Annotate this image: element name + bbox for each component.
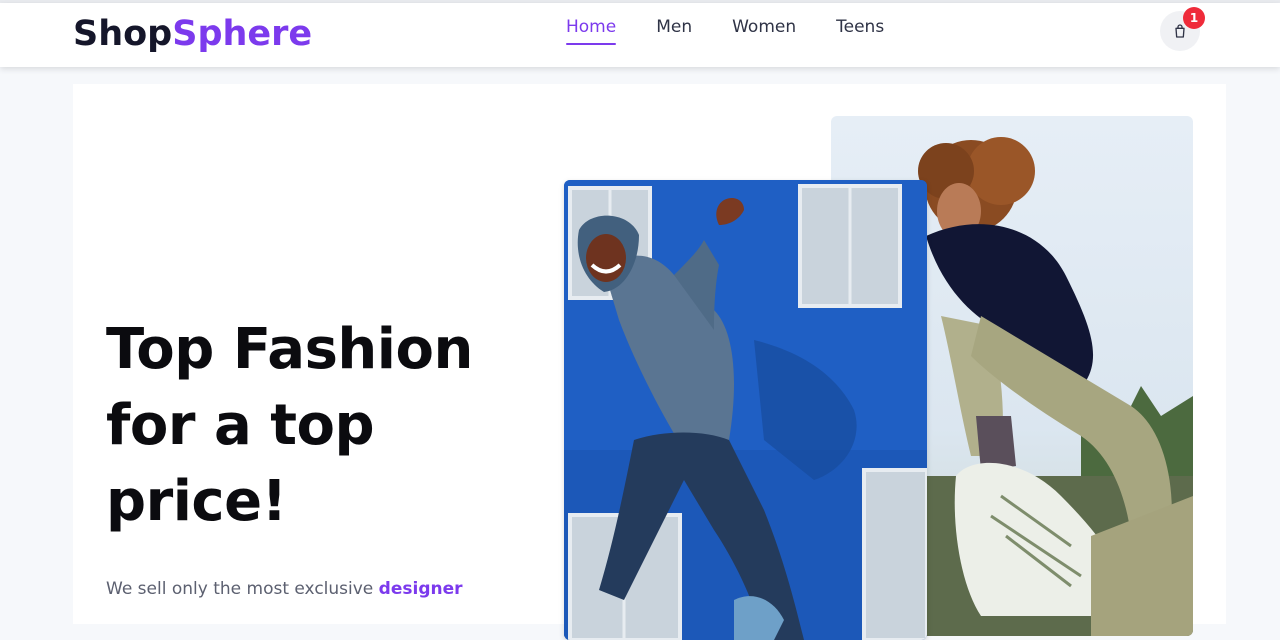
brand-logo-part1: Shop [73,14,173,54]
brand-logo-part2: Sphere [172,14,313,54]
nav-item-home[interactable]: Home [566,17,617,45]
hero-image-men [564,180,927,640]
hero-headline: Top Fashion for a top price! [106,317,473,534]
hero-subtitle-highlight: designer [378,579,463,599]
cart-count-badge: 1 [1183,7,1205,29]
nav-item-men[interactable]: Men [656,17,692,45]
nav-item-teens[interactable]: Teens [836,17,884,45]
main-nav: Home Men Women Teens [566,17,924,45]
hero-subtitle: We sell only the most exclusive designer [106,579,526,599]
site-header: ShopSphere Home Men Women Teens 1 [0,3,1280,67]
man-photo-illustration [564,180,927,640]
hero-subtitle-text: We sell only the most exclusive [106,579,374,599]
nav-item-women[interactable]: Women [732,17,796,45]
brand-logo[interactable]: ShopSphere [73,14,312,54]
